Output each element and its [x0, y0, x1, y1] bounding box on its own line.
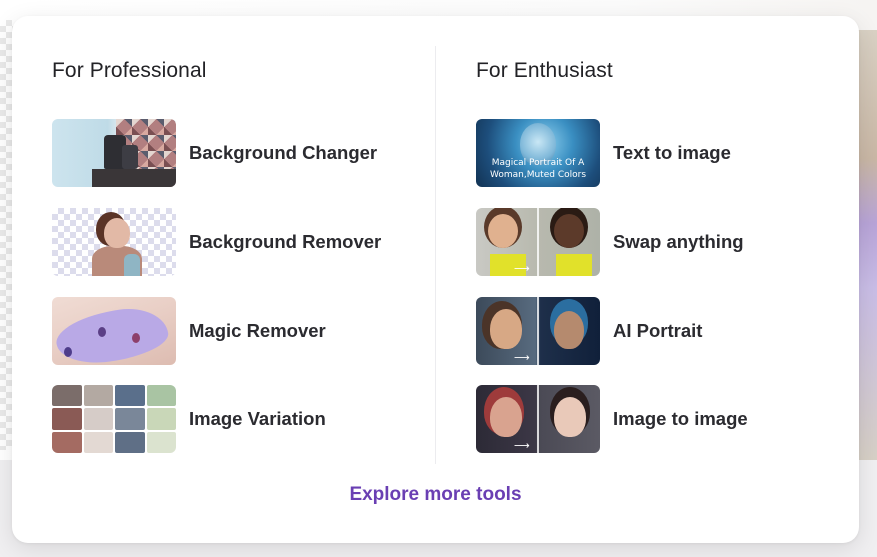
tool-label: Swap anything — [613, 231, 744, 252]
tool-label: AI Portrait — [613, 320, 703, 341]
tool-image-to-image[interactable]: ⟶ Image to image — [476, 385, 846, 453]
magic-remover-thumbnail — [52, 297, 176, 365]
image-to-image-thumbnail: ⟶ — [476, 385, 600, 453]
professional-title: For Professional — [52, 59, 207, 82]
tool-swap-anything[interactable]: ⟶ Swap anything — [476, 208, 846, 276]
tool-label: Background Remover — [189, 231, 382, 252]
background-remover-thumbnail — [52, 208, 176, 276]
thumbnail-caption: Magical Portrait Of A Woman,Muted Colors — [489, 158, 587, 180]
arrow-icon: ⟶ — [514, 439, 530, 452]
image-variation-thumbnail — [52, 385, 176, 453]
tool-label: Text to image — [613, 142, 731, 163]
enthusiast-title: For Enthusiast — [476, 59, 613, 82]
tool-label: Magic Remover — [189, 320, 326, 341]
explore-more-tools-link[interactable]: Explore more tools — [12, 484, 859, 506]
tool-text-to-image[interactable]: Magical Portrait Of A Woman,Muted Colors… — [476, 119, 846, 187]
tool-ai-portrait[interactable]: ⟶ AI Portrait — [476, 297, 846, 365]
tool-magic-remover[interactable]: Magic Remover — [52, 297, 422, 365]
tool-label: Image Variation — [189, 408, 326, 429]
arrow-icon: ⟶ — [514, 351, 530, 364]
tool-label: Image to image — [613, 408, 748, 429]
background-changer-thumbnail — [52, 119, 176, 187]
ai-portrait-thumbnail: ⟶ — [476, 297, 600, 365]
tool-background-changer[interactable]: Background Changer — [52, 119, 422, 187]
tool-background-remover[interactable]: Background Remover — [52, 208, 422, 276]
column-divider — [435, 46, 436, 464]
text-to-image-thumbnail: Magical Portrait Of A Woman,Muted Colors — [476, 119, 600, 187]
swap-anything-thumbnail: ⟶ — [476, 208, 600, 276]
arrow-icon: ⟶ — [514, 262, 530, 275]
tool-label: Background Changer — [189, 142, 378, 163]
tools-dropdown-panel: For Professional Background Changer Back… — [12, 16, 859, 543]
background-image-strip — [857, 30, 877, 460]
tool-image-variation[interactable]: Image Variation — [52, 385, 422, 453]
